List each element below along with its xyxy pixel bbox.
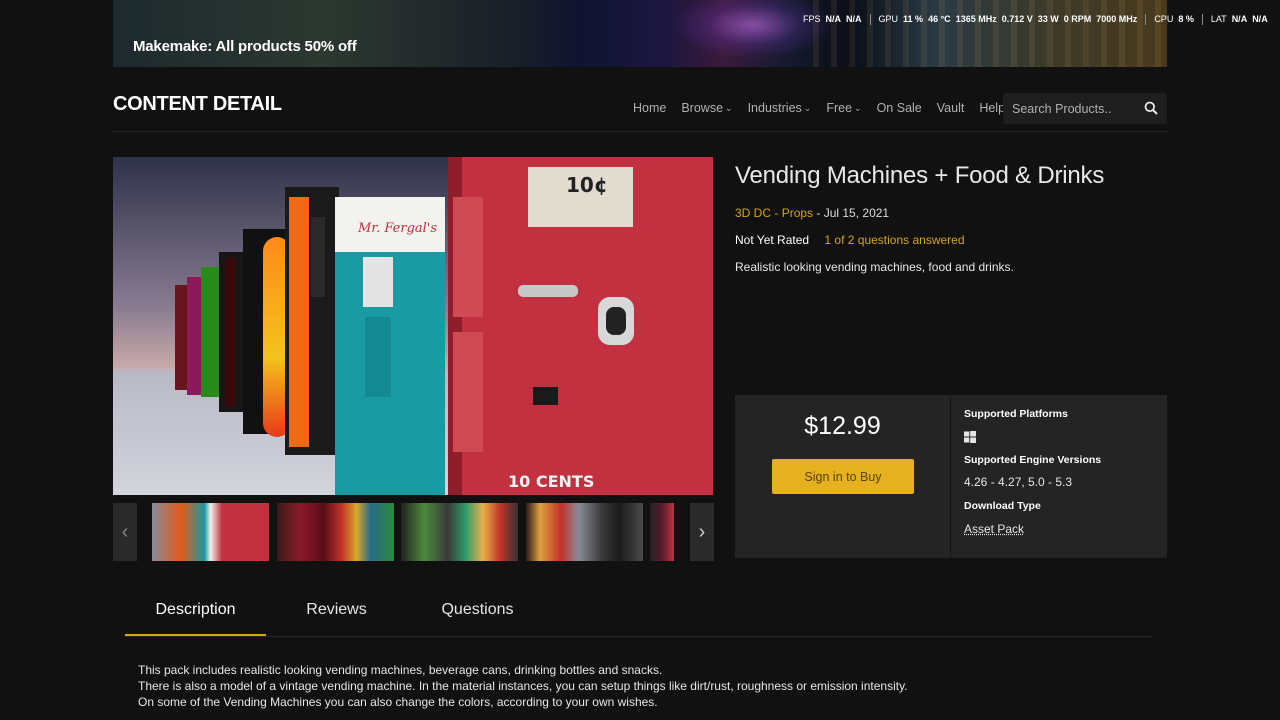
banner-light-flare — [673, 0, 833, 60]
main-nav: Home Browse ⌄ Industries ⌄ Free ⌄ On Sale V… — [633, 101, 1005, 115]
nav-help[interactable]: Help — [979, 101, 1005, 115]
banner-city-image — [813, 0, 1167, 67]
thumbnail-2[interactable] — [277, 503, 394, 561]
product-meta: 3D DC - Props - Jul 15, 2021 — [735, 206, 889, 220]
nav-on-sale[interactable]: On Sale — [877, 101, 922, 115]
purchase-panel: $12.99 Sign in to Buy Supported Platform… — [735, 395, 1167, 558]
nav-on-sale-label: On Sale — [876, 101, 922, 115]
panel-divider — [950, 395, 951, 558]
promo-banner[interactable]: Makemake: All products 50% off — [113, 0, 1167, 67]
chevron-down-icon: ⌄ — [854, 102, 862, 113]
page-title: CONTENT DETAIL — [113, 93, 282, 115]
sign-in-to-buy-button[interactable]: Sign in to Buy — [772, 459, 914, 494]
gpu-temp: 46 °C — [928, 14, 951, 24]
gpu-fan: 0 RPM — [1063, 14, 1092, 24]
description-body: This pack includes realistic looking ven… — [138, 662, 908, 710]
search-icon[interactable] — [1144, 101, 1158, 115]
lat-value: N/A — [1231, 14, 1248, 24]
product-main-image[interactable]: Mr. Fergal's 10¢ 10 CENTS — [113, 157, 713, 495]
cpu-usage: 8 % — [1178, 14, 1194, 24]
tab-description[interactable]: Description — [125, 598, 266, 636]
gpu-label: GPU — [878, 14, 899, 24]
rating-row: Not Yet Rated 1 of 2 questions answered — [735, 233, 965, 247]
nav-browse-label: Browse — [681, 101, 724, 115]
chevron-down-icon: ⌄ — [803, 102, 812, 113]
performance-overlay: FPS N/A N/A GPU 11 % 46 °C 1365 MHz 0.71… — [803, 12, 1276, 26]
vending-machines-illustration: Mr. Fergal's 10¢ 10 CENTS — [113, 157, 713, 495]
nav-browse[interactable]: Browse ⌄ — [681, 101, 732, 115]
nav-home-label: Home — [633, 101, 667, 115]
thumbnail-4[interactable] — [526, 503, 643, 561]
nav-industries[interactable]: Industries ⌄ — [748, 101, 812, 115]
brand-script-label: Mr. Fergal's — [357, 221, 437, 236]
gpu-voltage: 0.712 V — [1001, 14, 1033, 24]
thumbnail-5[interactable] — [650, 503, 674, 561]
platforms-label: Supported Platforms — [964, 408, 1068, 420]
lat-value-2: N/A — [1252, 14, 1268, 24]
prev-arrow-icon[interactable]: ‹ — [113, 503, 137, 561]
gpu-clock: 1365 MHz — [955, 14, 997, 24]
next-arrow-icon[interactable]: › — [690, 503, 714, 561]
content-tabs: Description Reviews Questions — [125, 598, 548, 636]
description-line: On some of the Vending Machines you can … — [138, 695, 658, 709]
fps-label: FPS — [803, 14, 821, 24]
nav-industries-label: Industries — [747, 101, 802, 115]
nav-home[interactable]: Home — [633, 101, 666, 115]
nav-free-label: Free — [826, 101, 853, 115]
fps-value-2: N/A — [846, 14, 862, 24]
price-sign-label: 10¢ — [566, 173, 608, 197]
tab-reviews[interactable]: Reviews — [266, 598, 407, 636]
tabs-divider — [125, 636, 1152, 637]
rating-status: Not Yet Rated — [735, 233, 810, 247]
windows-icon — [964, 431, 976, 443]
short-description: Realistic looking vending machines, food… — [735, 260, 1014, 274]
nav-vault-label: Vault — [936, 101, 965, 115]
thumbnail-strip: ‹ › — [113, 503, 714, 561]
gpu-mem: 7000 MHz — [1096, 14, 1138, 24]
fps-value: N/A — [825, 14, 842, 24]
download-type-link[interactable]: Asset Pack — [964, 522, 1024, 536]
chevron-down-icon: ⌄ — [725, 102, 733, 113]
questions-link[interactable]: 1 of 2 questions answered — [824, 233, 964, 247]
search-box — [1003, 93, 1167, 124]
gpu-power: 33 W — [1037, 14, 1059, 24]
nav-vault[interactable]: Vault — [937, 101, 965, 115]
description-line: There is also a model of a vintage vendi… — [138, 679, 908, 693]
tab-questions[interactable]: Questions — [407, 598, 548, 636]
price: $12.99 — [804, 412, 881, 440]
engine-versions-value: 4.26 - 4.27, 5.0 - 5.3 — [964, 475, 1073, 489]
seller-link[interactable]: 3D DC — [735, 206, 771, 220]
nav-help-label: Help — [979, 101, 1006, 115]
cpu-label: CPU — [1154, 14, 1174, 24]
nav-free[interactable]: Free ⌄ — [826, 101, 861, 115]
category-link[interactable]: Props — [782, 206, 813, 220]
engine-versions-label: Supported Engine Versions — [964, 454, 1102, 466]
header-divider — [113, 131, 1167, 132]
thumbnail-1[interactable] — [152, 503, 269, 561]
meta-separator: - — [771, 206, 782, 220]
gpu-usage: 11 % — [903, 14, 924, 24]
cents-label: 10 CENTS — [508, 472, 594, 491]
product-title: Vending Machines + Food & Drinks — [735, 162, 1105, 189]
thumbnail-3[interactable] — [401, 503, 518, 561]
banner-text: Makemake: All products 50% off — [133, 38, 357, 55]
lat-label: LAT — [1210, 14, 1227, 24]
description-line: This pack includes realistic looking ven… — [138, 663, 663, 677]
search-input[interactable] — [1012, 101, 1137, 116]
release-date: - Jul 15, 2021 — [813, 206, 890, 220]
download-type-label: Download Type — [964, 500, 1041, 512]
